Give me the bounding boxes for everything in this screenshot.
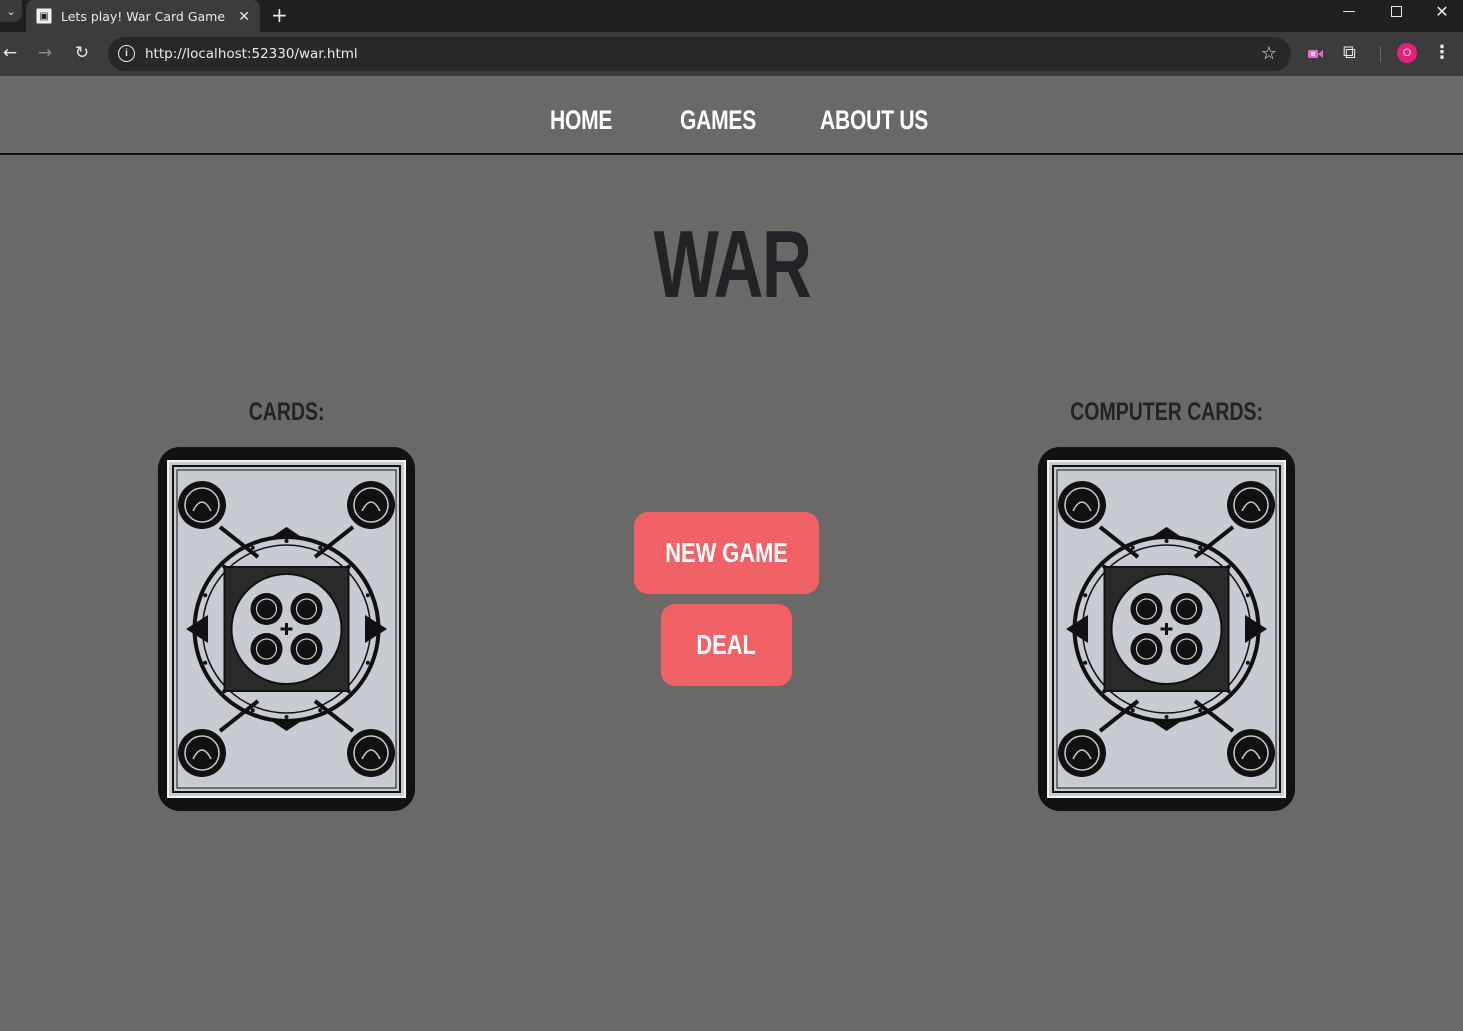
new-game-button-label: NEW GAME <box>665 537 788 568</box>
computer-card-back <box>1038 447 1295 811</box>
computer-cards-label-text: COMPUTER CARDS: <box>1070 398 1264 426</box>
url-text[interactable]: http://localhost:52330/war.html <box>145 46 358 62</box>
forward-arrow-icon[interactable]: → <box>33 41 57 65</box>
window-maximize-button[interactable] <box>1373 0 1419 22</box>
window-minimize-button[interactable]: — <box>1326 0 1372 22</box>
player-cards-label: CARDS: <box>87 396 487 428</box>
browser-tab-active[interactable]: ▣ Lets play! War Card Game ✕ <box>26 0 260 32</box>
nav-link-games[interactable]: GAMES <box>680 103 756 137</box>
nav-link-about-us[interactable]: ABOUT US <box>820 103 928 137</box>
extensions-puzzle-icon[interactable]: ⧉ <box>1343 42 1356 63</box>
deal-button[interactable]: DEAL <box>661 604 792 686</box>
window-close-button[interactable]: ✕ <box>1419 0 1463 22</box>
site-info-icon[interactable]: i <box>118 45 135 62</box>
page-title: WAR <box>0 210 1463 320</box>
computer-cards-label: COMPUTER CARDS: <box>967 396 1367 428</box>
new-game-button[interactable]: NEW GAME <box>634 512 819 594</box>
tab-search-chevron-icon[interactable]: ⌄ <box>0 0 22 22</box>
address-bar[interactable]: i http://localhost:52330/war.html ☆ <box>108 37 1291 71</box>
reload-icon[interactable]: ↻ <box>70 41 94 65</box>
page-content: HOME GAMES ABOUT US WAR CARDS: COMPUTER … <box>0 76 1463 1031</box>
browser-toolbar: ← → ↻ i http://localhost:52330/war.html … <box>0 32 1463 76</box>
tab-close-icon[interactable]: ✕ <box>238 8 250 24</box>
nav-link-home[interactable]: HOME <box>550 103 612 137</box>
browser-tab-strip: ⌄ ▣ Lets play! War Card Game ✕ + — ✕ <box>0 0 1463 32</box>
maximize-icon <box>1390 5 1402 17</box>
page-title-text: WAR <box>653 211 811 318</box>
back-arrow-icon[interactable]: ← <box>0 41 22 65</box>
extension-pink-icon[interactable] <box>1306 45 1324 63</box>
site-navigation: HOME GAMES ABOUT US <box>0 76 1463 155</box>
player-cards-label-text: CARDS: <box>249 398 325 426</box>
profile-avatar[interactable]: O <box>1397 43 1417 63</box>
bookmark-star-icon[interactable]: ☆ <box>1261 43 1277 64</box>
kebab-menu-icon[interactable]: ⋮ <box>1433 41 1451 65</box>
favicon-icon: ▣ <box>36 8 52 24</box>
new-tab-button[interactable]: + <box>271 3 288 27</box>
player-card-back <box>158 447 415 811</box>
toolbar-divider <box>1380 46 1381 62</box>
deal-button-label: DEAL <box>696 629 757 660</box>
tab-title: Lets play! War Card Game <box>61 8 226 24</box>
